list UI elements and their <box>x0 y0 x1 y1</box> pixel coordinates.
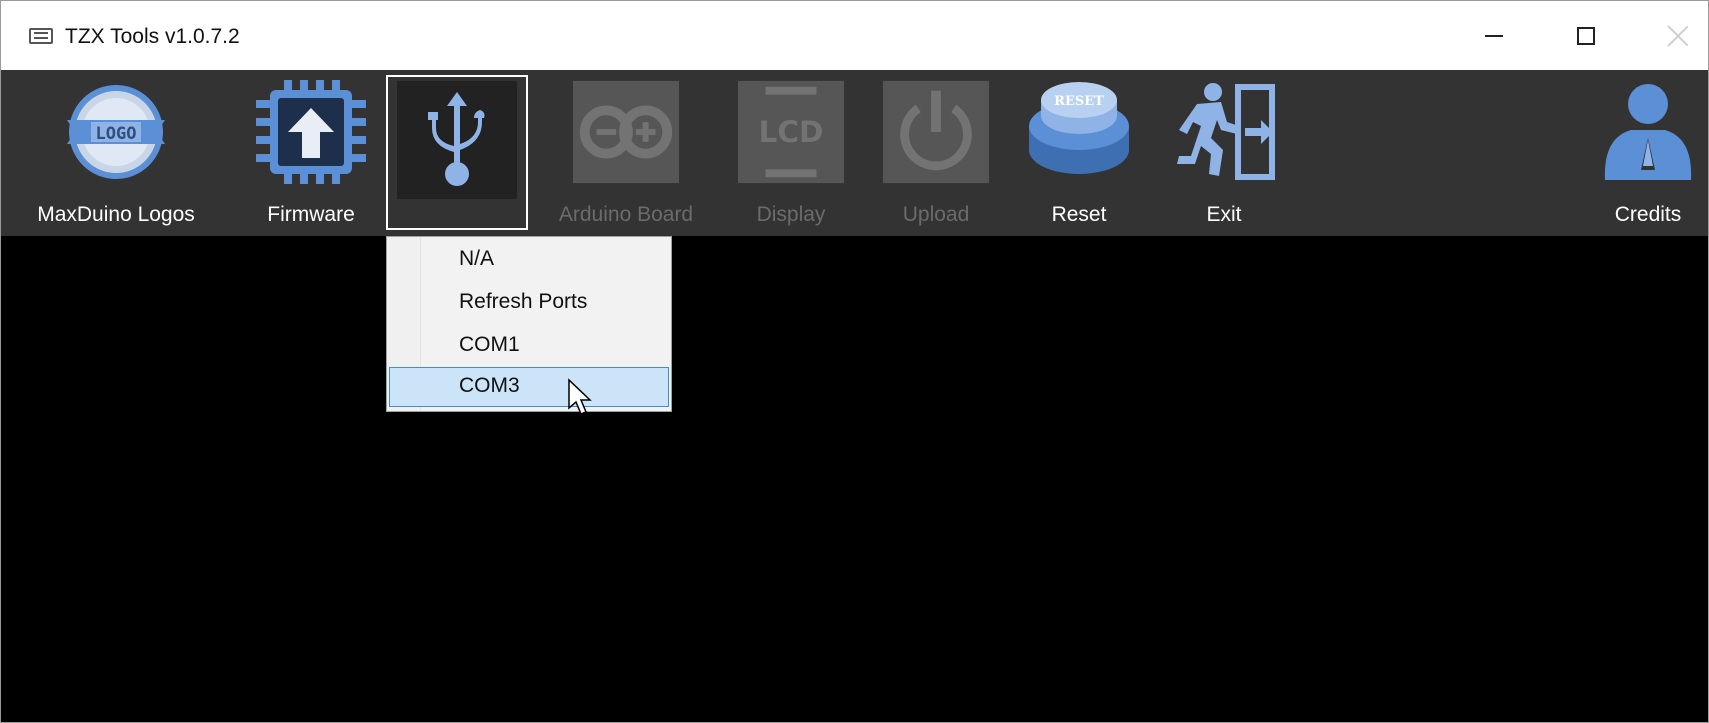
window-title: TZX Tools v1.0.7.2 <box>65 25 240 48</box>
toolbar-label: Display <box>756 203 826 226</box>
minimize-icon <box>1485 34 1503 37</box>
maximize-icon <box>1577 26 1595 45</box>
arduino-icon <box>571 76 681 188</box>
toolbar-button-credits[interactable]: Credits <box>1593 70 1703 236</box>
toolbar-label: Exit <box>1206 203 1242 226</box>
port-dropdown-menu: N/A Refresh Ports COM1 COM3 <box>386 236 672 412</box>
app-window: TZX Tools v1.0.7.2 LOGO MaxDuino Logos F… <box>0 0 1709 723</box>
toolbar-button-firmware[interactable]: Firmware <box>251 70 371 236</box>
menu-item-com1[interactable]: COM1 <box>389 326 669 366</box>
usb-icon <box>397 81 517 199</box>
praying-person-icon <box>1593 76 1703 188</box>
toolbar-label: Reset <box>1051 203 1107 226</box>
power-icon <box>881 76 991 188</box>
toolbar-label: MaxDuino Logos <box>37 203 195 226</box>
close-icon <box>1666 24 1690 48</box>
toolbar-button-upload[interactable]: Upload <box>876 70 996 236</box>
console-area <box>1 236 1708 722</box>
toolbar-label: Upload <box>902 203 970 226</box>
exit-door-icon <box>1169 76 1279 188</box>
toolbar-button-reset[interactable]: RESET Reset <box>1019 70 1139 236</box>
logo-badge-icon: LOGO <box>61 76 171 188</box>
toolbar-button-port[interactable] <box>386 75 528 230</box>
keyboard-app-icon <box>29 28 53 44</box>
title-bar: TZX Tools v1.0.7.2 <box>1 1 1708 70</box>
menu-item-refresh-ports[interactable]: Refresh Ports <box>389 283 669 323</box>
mouse-cursor-icon <box>568 378 592 415</box>
svg-text:RESET: RESET <box>1054 94 1104 109</box>
toolbar-label: Firmware <box>267 203 355 226</box>
close-button[interactable] <box>1632 1 1708 70</box>
svg-text:LOGO: LOGO <box>96 124 137 144</box>
maximize-button[interactable] <box>1540 1 1632 70</box>
menu-item-com3[interactable]: COM3 <box>389 367 669 407</box>
svg-text:LCD: LCD <box>759 115 824 149</box>
minimize-button[interactable] <box>1448 1 1540 70</box>
reset-button-icon: RESET <box>1024 76 1134 188</box>
toolbar-label: Arduino Board <box>558 203 694 226</box>
chip-upload-icon <box>256 76 366 188</box>
toolbar-button-display[interactable]: LCD Display <box>731 70 851 236</box>
toolbar-button-maxduino-logos[interactable]: LOGO MaxDuino Logos <box>31 70 201 236</box>
toolbar: LOGO MaxDuino Logos Firmware Arduino Boa… <box>1 70 1708 236</box>
toolbar-button-exit[interactable]: Exit <box>1164 70 1284 236</box>
menu-item-na[interactable]: N/A <box>389 240 669 280</box>
toolbar-button-arduino-board[interactable]: Arduino Board <box>546 70 706 236</box>
toolbar-label: Credits <box>1614 203 1682 226</box>
lcd-icon: LCD <box>736 76 846 188</box>
